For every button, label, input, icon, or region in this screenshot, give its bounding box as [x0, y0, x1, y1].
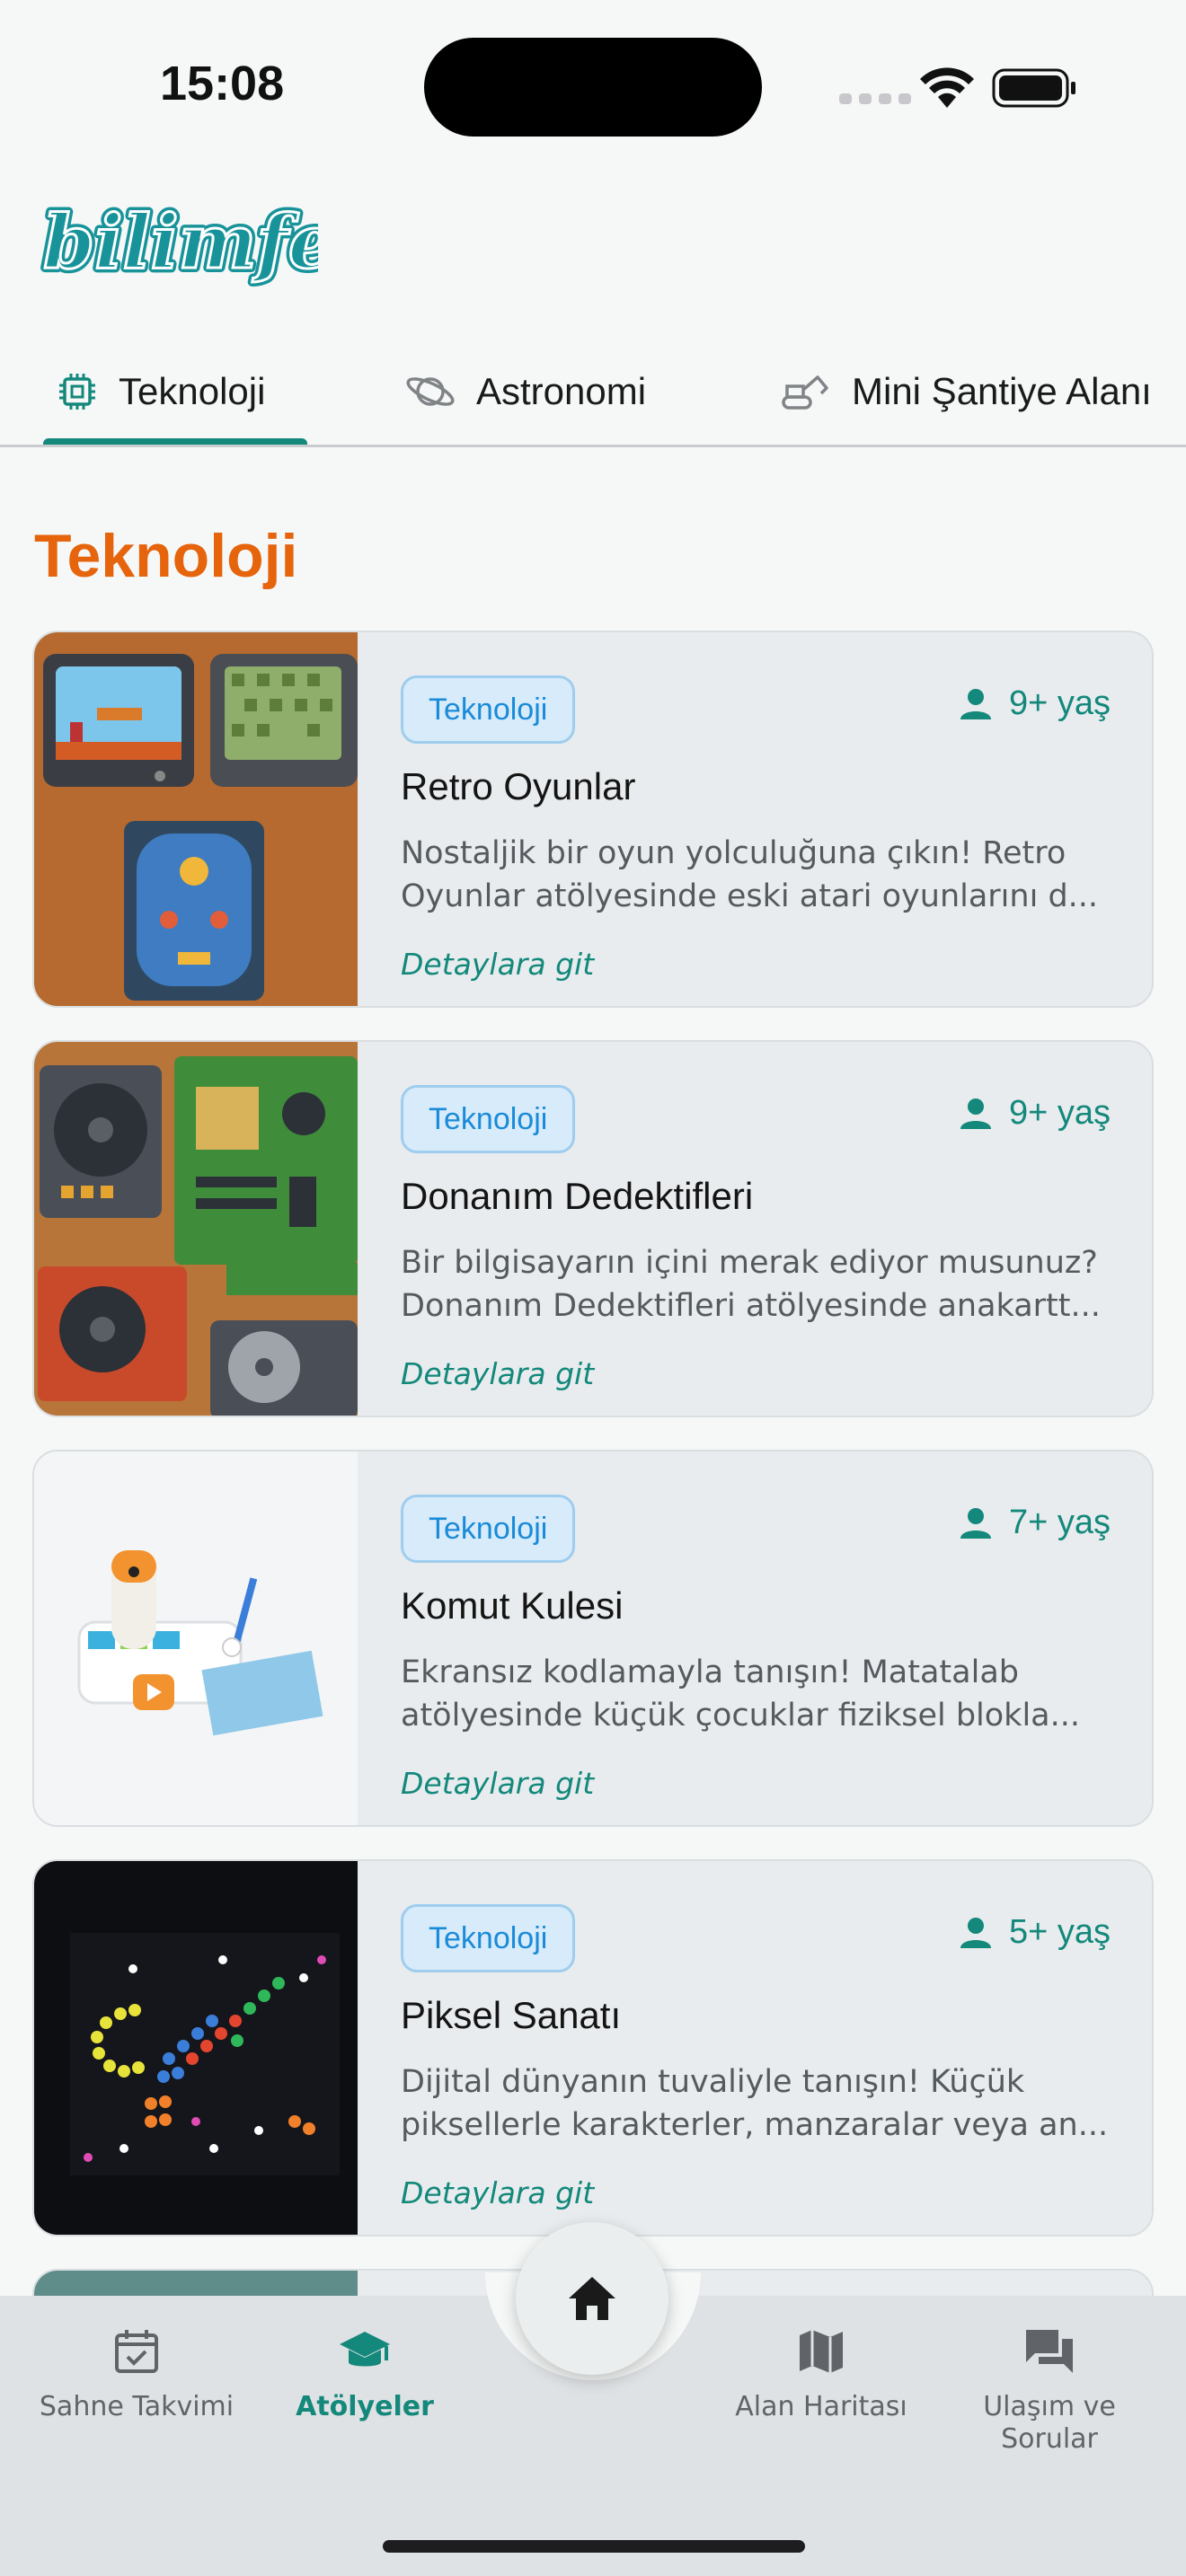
person-icon: [960, 1917, 991, 1948]
home-button[interactable]: [516, 2222, 668, 2375]
workshop-description: Nostaljik bir oyun yolculuğuna çıkın! Re…: [401, 835, 1099, 914]
cellular-signal-icon: [839, 93, 911, 104]
details-link[interactable]: Detaylara git: [401, 2175, 594, 2210]
age-badge: 5+ yaş: [959, 1913, 1111, 1952]
dynamic-island: [424, 38, 762, 137]
tab-label: Teknoloji: [119, 370, 266, 412]
workshop-title: Piksel Sanatı: [401, 1994, 622, 2036]
nav-sahne-takvimi[interactable]: Sahne Takvimi: [20, 2326, 253, 2423]
details-link[interactable]: Detaylara git: [401, 947, 594, 982]
age-badge: 9+ yaş: [959, 684, 1111, 723]
home-indicator: [383, 2540, 805, 2553]
section-title: Teknoloji: [34, 522, 298, 590]
map-icon: [800, 2330, 843, 2373]
workshop-description: Ekransız kodlamayla tanışın! Matatalab a…: [401, 1654, 1081, 1734]
workshop-card[interactable]: Teknoloji 9+ yaş Donanım Dedektifleri Bi…: [32, 1040, 1154, 1417]
planet-icon: [406, 377, 455, 406]
active-tab-indicator: [43, 438, 307, 445]
status-time: 15:08: [160, 57, 285, 110]
chat-icon: [1026, 2330, 1073, 2373]
tab-label: Astronomi: [476, 370, 647, 412]
tab-mini-santiye[interactable]: Mini Şantiye Alanı: [780, 336, 1152, 445]
workshop-title: Donanım Dedektifleri: [401, 1175, 754, 1217]
battery-icon: [992, 68, 1075, 108]
status-bar: 15:08: [0, 0, 1186, 162]
chip-icon: [59, 374, 95, 410]
workshop-description: Dijital dünyanın tuvaliyle tanışın! Küçü…: [401, 2064, 1109, 2143]
nav-atolyeler[interactable]: Atölyeler: [248, 2326, 482, 2423]
age-badge: 7+ yaş: [959, 1504, 1111, 1542]
category-chip: Teknoloji: [401, 1904, 576, 1972]
details-link[interactable]: Detaylara git: [401, 1356, 594, 1391]
coding-robot-image: [34, 1451, 358, 1825]
nav-alan-haritasi[interactable]: Alan Haritası: [704, 2326, 938, 2423]
home-icon: [569, 2277, 615, 2320]
bilimfest-logo[interactable]: bilimfest bilimfest: [39, 195, 415, 290]
pixel-art-image: [34, 1861, 358, 2235]
category-tabs: Teknoloji Astronomi Mini Şantiye Alanı: [0, 336, 1186, 447]
wifi-icon: [920, 67, 974, 108]
calendar-icon: [115, 2330, 158, 2373]
person-icon: [960, 1507, 991, 1539]
category-chip: Teknoloji: [401, 675, 576, 744]
nav-ulasim-ve-sorular[interactable]: Ulaşım ve Sorular: [933, 2326, 1166, 2456]
excavator-icon: [782, 375, 828, 410]
category-chip: Teknoloji: [401, 1495, 576, 1563]
computer-hardware-image: [34, 1042, 358, 1416]
person-icon: [960, 1098, 991, 1129]
graduation-cap-icon: [340, 2332, 390, 2367]
workshop-title: Komut Kulesi: [401, 1584, 624, 1627]
category-chip: Teknoloji: [401, 1085, 576, 1153]
details-link[interactable]: Detaylara git: [401, 1766, 594, 1801]
age-badge: 9+ yaş: [959, 1094, 1111, 1133]
tab-label: Mini Şantiye Alanı: [852, 370, 1152, 412]
workshop-card[interactable]: Teknoloji 9+ yaş Retro Oyunlar Nostaljik…: [32, 631, 1154, 1008]
workshop-description: Bir bilgisayarın içini merak ediyor musu…: [401, 1245, 1101, 1324]
workshop-card[interactable]: Teknoloji 7+ yaş Komut Kulesi Ekransız k…: [32, 1450, 1154, 1827]
person-icon: [960, 688, 991, 719]
logo-text: bilimfest: [43, 199, 318, 286]
workshop-card[interactable]: Teknoloji 5+ yaş Piksel Sanatı Dijital d…: [32, 1859, 1154, 2236]
tab-teknoloji[interactable]: Teknoloji: [56, 336, 266, 445]
workshop-title: Retro Oyunlar: [401, 765, 636, 807]
tab-astronomi[interactable]: Astronomi: [404, 336, 647, 445]
retro-games-image: [34, 632, 358, 1006]
